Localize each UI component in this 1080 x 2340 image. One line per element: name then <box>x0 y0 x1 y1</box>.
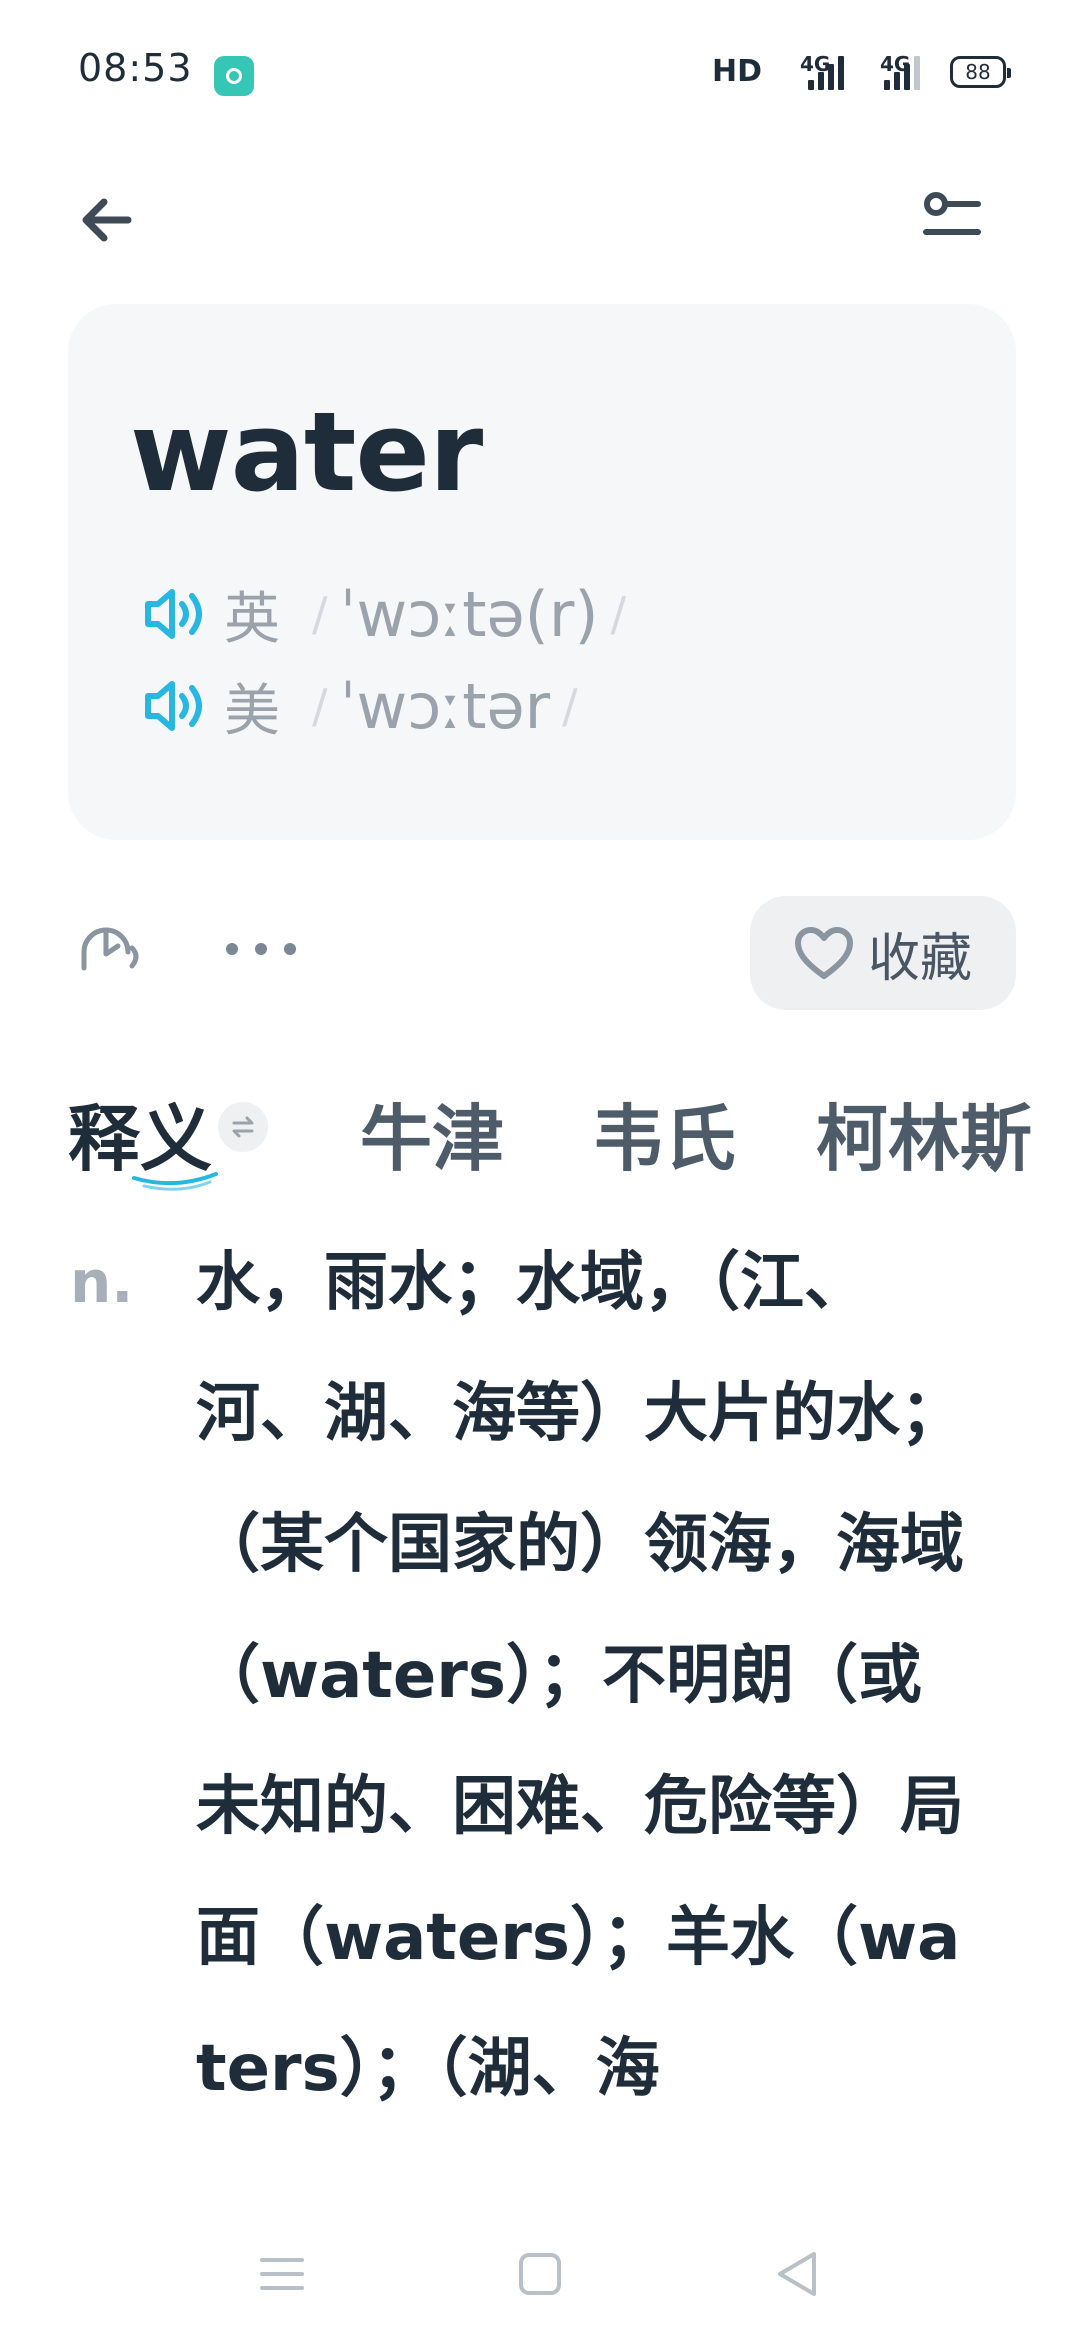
dot <box>284 943 296 955</box>
palette-icon <box>81 927 139 971</box>
tab-active-underline <box>132 1172 218 1191</box>
back-button[interactable] <box>70 180 150 260</box>
more-options-button[interactable] <box>226 924 296 974</box>
app-notification-icon <box>214 56 254 96</box>
signal-strength-icon-1 <box>808 54 844 90</box>
dot <box>255 943 267 955</box>
region-label: 英 <box>224 586 280 652</box>
status-time: 08:53 <box>78 46 193 90</box>
collect-label: 收藏 <box>867 928 972 989</box>
signal-strength-icon-2 <box>884 54 920 90</box>
back-nav-button[interactable] <box>768 2244 828 2304</box>
triangle-back-icon <box>778 2252 816 2296</box>
pronunciation-uk: 英 / ˈwɔːtə(r) / <box>142 574 638 654</box>
tab-collins[interactable]: 柯林斯 <box>816 1080 1032 1185</box>
heart-icon <box>794 927 853 979</box>
menu-nav-button[interactable] <box>252 2244 312 2304</box>
battery-icon: 88 <box>950 56 1011 88</box>
definition-scroll-area[interactable]: 水，雨水；水域，（江、河、湖、海等）大片的水；（某个国家的）领海，海域（wate… <box>196 1218 976 2194</box>
collect-button[interactable]: 收藏 <box>750 896 1016 1010</box>
system-navigation-bar <box>0 2200 1080 2340</box>
definition-text: 水，雨水；水域，（江、河、湖、海等）大片的水；（某个国家的）领海，海域（wate… <box>196 1246 964 2106</box>
arrow-left-icon <box>82 198 132 242</box>
ipa-slash-open: / <box>312 679 328 733</box>
pronunciation-us: 美 / ˈwɔːtər / <box>142 666 590 746</box>
tab-webster[interactable]: 韦氏 <box>592 1080 736 1185</box>
ipa-text: ˈwɔːtə(r) <box>339 577 599 651</box>
hd-indicator: HD <box>712 54 763 89</box>
ipa-slash-close: / <box>610 587 627 641</box>
menu-icon <box>260 2258 304 2290</box>
home-nav-button[interactable] <box>510 2244 570 2304</box>
tab-label: 韦氏 <box>592 1097 737 1181</box>
ipa-text: ˈwɔːtər <box>339 669 551 743</box>
tab-label: 柯林斯 <box>816 1097 1033 1181</box>
tab-label: 牛津 <box>360 1097 505 1181</box>
ai-helper-button[interactable] <box>74 920 144 980</box>
dictionary-tabs: 释义 牛津 韦氏 柯林斯 <box>68 1080 1080 1191</box>
part-of-speech: n. <box>70 1248 134 1316</box>
swap-icon <box>232 1116 254 1138</box>
headword: water <box>130 388 483 516</box>
speaker-icon[interactable] <box>142 584 208 644</box>
ipa-slash-open: / <box>312 587 328 641</box>
tab-switch-button[interactable] <box>218 1102 268 1152</box>
sliders-icon <box>923 192 981 235</box>
dot <box>226 943 238 955</box>
region-label: 美 <box>224 678 280 744</box>
square-icon <box>519 2253 561 2295</box>
speaker-icon[interactable] <box>142 676 208 736</box>
tab-oxford[interactable]: 牛津 <box>360 1080 504 1185</box>
word-card: water 英 / ˈwɔːtə(r) / 美 / ˈwɔːtər / <box>68 304 1016 840</box>
settings-button[interactable] <box>912 180 992 260</box>
status-bar: 08:53 HD 4G 4G 88 <box>0 0 1080 130</box>
ipa-slash-close: / <box>562 679 578 733</box>
